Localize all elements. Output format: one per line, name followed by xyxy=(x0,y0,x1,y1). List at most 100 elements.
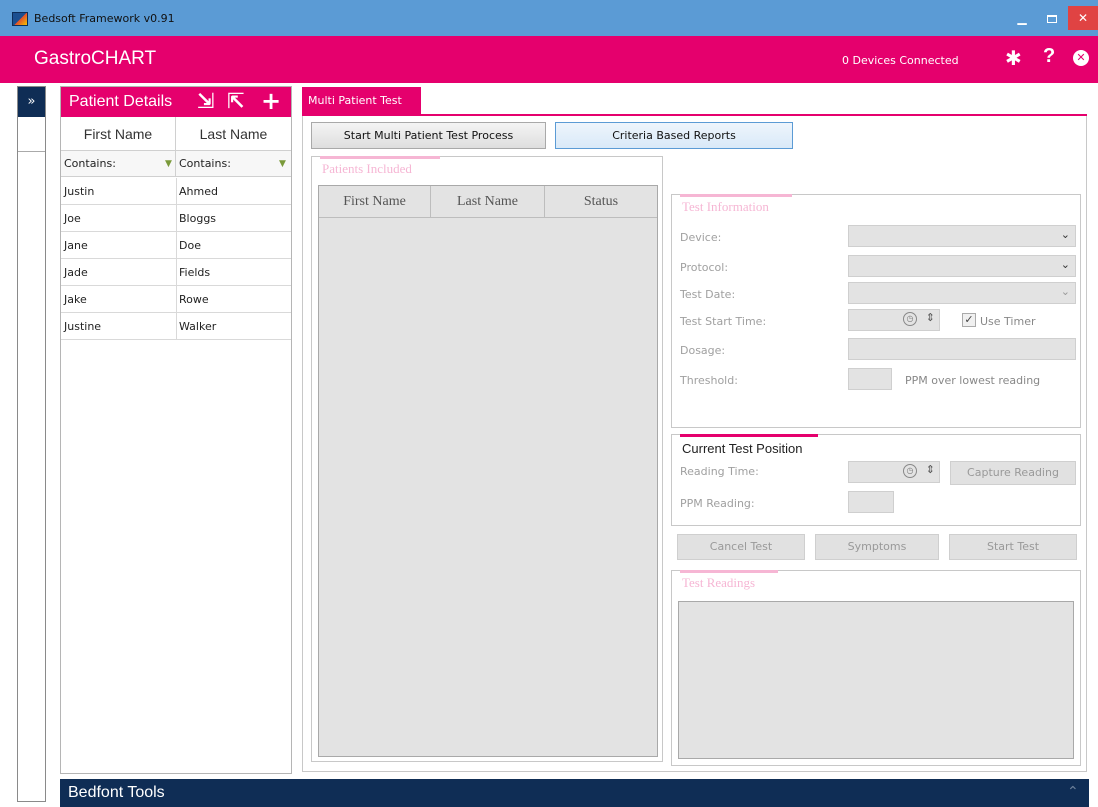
spinner-icon[interactable]: ⇕ xyxy=(926,311,935,324)
export-patient-icon[interactable]: ⇱ xyxy=(227,89,245,113)
app-brand: GastroCHART xyxy=(34,48,157,69)
app-logo-icon xyxy=(12,12,28,26)
side-strip: » xyxy=(17,86,46,802)
filter-label: Contains: xyxy=(179,157,231,170)
minimize-button[interactable]: ▁ xyxy=(1008,6,1036,30)
app-close-icon[interactable]: ✕ xyxy=(1073,50,1089,66)
threshold-input[interactable] xyxy=(848,368,892,390)
patient-last-name: Rowe xyxy=(179,293,209,306)
criteria-reports-button[interactable]: Criteria Based Reports xyxy=(555,122,793,149)
reading-time-input[interactable]: ◷ ⇕ xyxy=(848,461,940,483)
window-close-button[interactable]: ✕ xyxy=(1068,6,1098,30)
add-patient-icon[interactable]: + xyxy=(261,87,281,115)
test-date-picker[interactable]: ⌄ xyxy=(848,282,1076,304)
patient-last-name: Bloggs xyxy=(179,212,217,225)
column-header-last-name[interactable]: Last Name xyxy=(431,186,545,218)
use-timer-checkbox[interactable]: ✓ xyxy=(962,313,976,327)
chevron-down-icon: ⌄ xyxy=(1060,228,1070,241)
test-start-time-input[interactable]: ◷ ⇕ xyxy=(848,309,940,331)
filter-first-name[interactable]: Contains: ▼ xyxy=(61,151,176,177)
settings-gear-icon[interactable]: ✱ xyxy=(1005,46,1022,70)
cell-divider xyxy=(176,178,177,205)
devices-status: 0 Devices Connected xyxy=(842,54,959,67)
dosage-input[interactable] xyxy=(848,338,1076,360)
patient-row[interactable]: Justine Walker xyxy=(61,313,291,340)
patient-first-name: Jake xyxy=(64,293,87,306)
device-label: Device: xyxy=(680,231,722,244)
spinner-icon[interactable]: ⇕ xyxy=(926,463,935,476)
group-accent-bar xyxy=(680,434,818,437)
protocol-select[interactable]: ⌄ xyxy=(848,255,1076,277)
app-header: GastroCHART 0 Devices Connected ✱ ? ✕ xyxy=(0,36,1098,83)
patient-details-panel: Patient Details ⇲ ⇱ + First Name Last Na… xyxy=(60,86,292,774)
clock-icon: ◷ xyxy=(903,464,917,478)
patient-row[interactable]: Justin Ahmed xyxy=(61,178,291,205)
group-accent-bar xyxy=(680,194,792,197)
reading-time-label: Reading Time: xyxy=(680,465,759,478)
cell-divider xyxy=(176,205,177,232)
help-icon[interactable]: ? xyxy=(1043,45,1055,68)
filter-funnel-icon[interactable]: ▼ xyxy=(165,151,172,177)
clock-icon: ◷ xyxy=(903,312,917,326)
patient-first-name: Jade xyxy=(64,266,88,279)
use-timer-label: Use Timer xyxy=(980,315,1036,328)
patient-last-name: Doe xyxy=(179,239,201,252)
chevron-up-icon[interactable]: ⌃ xyxy=(1067,784,1079,800)
patient-row[interactable]: Jane Doe xyxy=(61,232,291,259)
patient-details-title: Patient Details xyxy=(69,93,173,110)
dosage-label: Dosage: xyxy=(680,344,726,357)
filter-last-name[interactable]: Contains: ▼ xyxy=(176,151,291,177)
bedfont-tools-bar[interactable]: Bedfont Tools ⌃ xyxy=(60,779,1089,807)
patient-details-header: Patient Details ⇲ ⇱ + xyxy=(61,87,291,117)
column-header-last-name[interactable]: Last Name xyxy=(176,117,291,151)
protocol-label: Protocol: xyxy=(680,261,729,274)
cancel-test-button[interactable]: Cancel Test xyxy=(677,534,805,560)
patient-row[interactable]: Jade Fields xyxy=(61,259,291,286)
patient-first-name: Jane xyxy=(64,239,88,252)
ppm-reading-label: PPM Reading: xyxy=(680,497,755,510)
maximize-button[interactable] xyxy=(1038,6,1066,30)
start-test-button[interactable]: Start Test xyxy=(949,534,1077,560)
test-readings-title: Test Readings xyxy=(682,575,756,590)
test-date-label: Test Date: xyxy=(680,288,736,301)
threshold-suffix: PPM over lowest reading xyxy=(905,374,1041,387)
strip-divider xyxy=(18,151,45,152)
patient-row[interactable]: Joe Bloggs xyxy=(61,205,291,232)
column-header-first-name[interactable]: First Name xyxy=(61,117,176,151)
cell-divider xyxy=(176,286,177,313)
patient-first-name: Joe xyxy=(64,212,81,225)
current-test-position-title: Current Test Position xyxy=(682,441,803,456)
patients-included-table[interactable]: First Name Last Name Status xyxy=(318,185,658,757)
chevron-down-icon: ⌄ xyxy=(1060,285,1070,298)
import-patient-icon[interactable]: ⇲ xyxy=(197,89,215,113)
capture-reading-button[interactable]: Capture Reading xyxy=(950,461,1076,485)
test-start-time-label: Test Start Time: xyxy=(680,315,767,328)
patient-first-name: Justin xyxy=(64,185,95,198)
multi-patient-test-panel: Start Multi Patient Test Process Criteri… xyxy=(302,116,1087,772)
column-header-first-name[interactable]: First Name xyxy=(319,186,431,218)
symptoms-button[interactable]: Symptoms xyxy=(815,534,939,560)
current-test-position-group: Current Test Position Reading Time: ◷ ⇕ … xyxy=(671,434,1081,526)
patient-last-name: Ahmed xyxy=(179,185,218,198)
chevron-down-icon: ⌄ xyxy=(1060,258,1070,271)
patient-first-name: Justine xyxy=(64,320,102,333)
cell-divider xyxy=(176,313,177,340)
bedfont-tools-title: Bedfont Tools xyxy=(68,784,165,801)
filter-label: Contains: xyxy=(64,157,116,170)
cell-divider xyxy=(176,259,177,286)
group-accent-bar xyxy=(680,570,778,573)
group-accent-bar xyxy=(320,156,440,159)
device-select[interactable]: ⌄ xyxy=(848,225,1076,247)
test-readings-area[interactable] xyxy=(678,601,1074,759)
start-multi-test-button[interactable]: Start Multi Patient Test Process xyxy=(311,122,546,149)
patient-last-name: Walker xyxy=(179,320,217,333)
test-information-title: Test Information xyxy=(682,199,769,214)
ppm-reading-input[interactable] xyxy=(848,491,894,513)
filter-funnel-icon[interactable]: ▼ xyxy=(279,151,286,177)
patient-row[interactable]: Jake Rowe xyxy=(61,286,291,313)
window-title: Bedsoft Framework v0.91 xyxy=(34,12,175,25)
expand-chevron-icon[interactable]: » xyxy=(18,87,45,117)
column-header-status[interactable]: Status xyxy=(545,186,657,218)
tab-multi-patient-test[interactable]: Multi Patient Test xyxy=(302,87,421,115)
window-titlebar: Bedsoft Framework v0.91 ▁ ✕ xyxy=(0,0,1098,36)
